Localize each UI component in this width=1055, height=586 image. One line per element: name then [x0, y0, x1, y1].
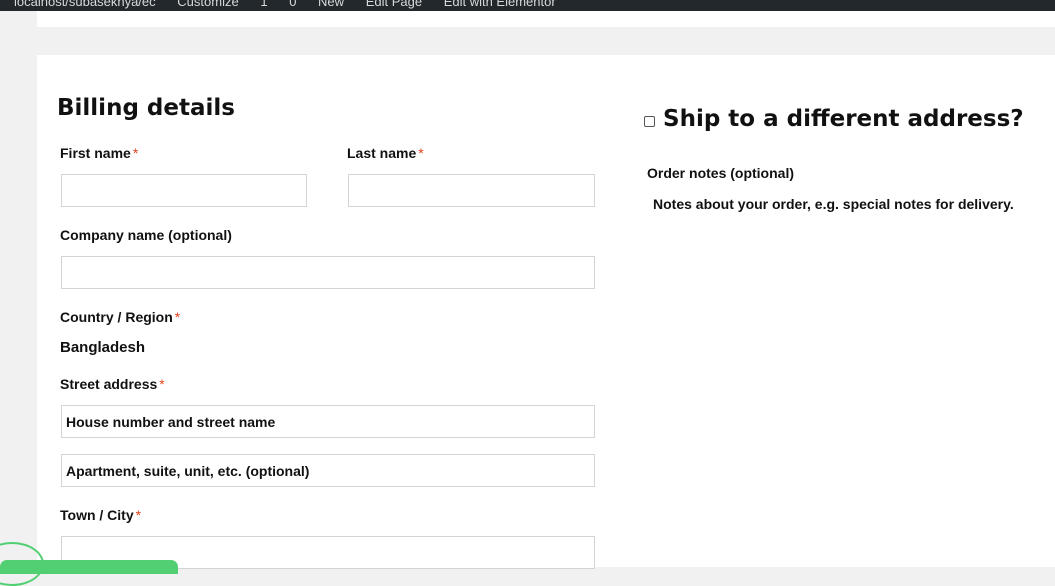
country-region-label-text: Country / Region [60, 309, 173, 325]
admin-bar-edit-elementor[interactable]: Edit with Elementor [444, 0, 556, 9]
street-address-input[interactable] [62, 406, 594, 437]
first-name-label-text: First name [60, 145, 131, 161]
ship-different-heading[interactable]: Ship to a different address? [663, 106, 1024, 132]
admin-bar: localhost/subasekhya/ec Customize 1 0 Ne… [0, 0, 1055, 11]
floating-chat-button[interactable] [0, 560, 178, 574]
admin-bar-site-link[interactable]: localhost/subasekhya/ec [14, 0, 156, 9]
required-mark: * [418, 145, 424, 161]
required-mark: * [159, 376, 165, 392]
apartment-input[interactable] [62, 455, 594, 486]
header-strip [37, 11, 1055, 27]
apartment-field[interactable] [61, 454, 595, 487]
town-city-label: Town / City * [60, 507, 141, 523]
order-notes-label: Order notes (optional) [647, 165, 794, 181]
company-name-field[interactable] [61, 256, 595, 289]
first-name-field[interactable] [61, 174, 307, 207]
billing-details-title: Billing details [57, 95, 235, 121]
company-name-label: Company name (optional) [60, 227, 232, 243]
last-name-input[interactable] [349, 175, 594, 206]
admin-bar-updates[interactable]: 1 [260, 0, 267, 9]
street-address-label-text: Street address [60, 376, 158, 392]
required-mark: * [132, 145, 139, 161]
admin-bar-new[interactable]: New [318, 0, 344, 9]
town-city-label-text: Town / City [60, 507, 134, 523]
country-value: Bangladesh [60, 339, 146, 356]
order-notes-textarea[interactable]: Notes about your order, e.g. special not… [653, 196, 1014, 212]
required-mark: * [135, 507, 142, 523]
country-region-label: Country / Region * [60, 309, 180, 325]
required-mark: * [174, 309, 181, 325]
admin-bar-edit-page[interactable]: Edit Page [366, 0, 422, 9]
admin-bar-comments[interactable]: 0 [289, 0, 296, 9]
last-name-field[interactable] [348, 174, 595, 207]
last-name-label: Last name * [347, 145, 424, 161]
street-address-field[interactable] [61, 405, 595, 438]
company-name-input[interactable] [62, 257, 594, 288]
left-gutter [0, 11, 37, 567]
ship-different-checkbox[interactable] [644, 116, 655, 127]
admin-bar-customize[interactable]: Customize [177, 0, 238, 9]
street-address-label: Street address * [60, 376, 165, 392]
first-name-input[interactable] [62, 175, 306, 206]
last-name-label-text: Last name [347, 145, 417, 161]
first-name-label: First name * [60, 145, 138, 161]
